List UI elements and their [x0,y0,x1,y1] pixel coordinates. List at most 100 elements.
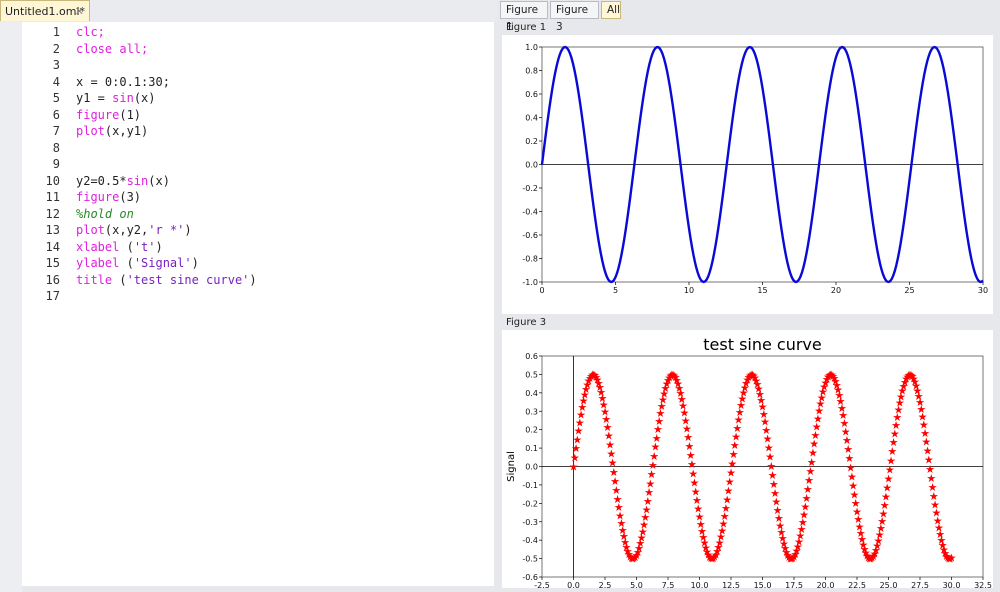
y-tick-label: 0.4 [525,389,538,398]
code-line[interactable]: 8 [22,140,492,157]
tab-all[interactable]: All [601,1,621,19]
y-tick-label: -1.0 [522,278,538,287]
code-line[interactable]: 10 y2=0.5*sin(x) [22,173,492,190]
x-tick-label: 20.0 [817,581,835,588]
line-number: 11 [45,190,60,204]
x-tick-label: 7.5 [662,581,675,588]
y-tick-label: -0.1 [522,481,538,490]
y-tick-label: 0.2 [525,137,538,146]
line-number: 16 [45,272,60,287]
close-icon[interactable]: ✕ [75,1,84,22]
x-tick-label: 12.5 [722,581,740,588]
line-number: 5 [52,91,60,105]
editor-tabbar: Untitled1.oml* ✕ [0,0,497,22]
x-tick-label: -2.5 [534,581,550,588]
x-tick-label: 10 [684,286,694,295]
code-text: ylabel ('Signal') [76,256,199,270]
y-tick-label: 0.3 [525,407,538,416]
x-tick-label: 30.0 [943,581,961,588]
x-tick-label: 2.5 [599,581,612,588]
y-tick-label: -0.4 [522,536,538,545]
code-text: x = 0:0.1:30; [76,74,170,89]
line-number: 3 [52,58,60,72]
figure3-panel[interactable]: -2.5 0.0 2.5 5.0 7.5 10.0 12.5 15.0 17.5 20.0 22.5… [502,330,993,590]
y-tick-label: 0.6 [525,352,538,361]
editor-tab-title: Untitled1.oml* [5,5,86,18]
line-number: 7 [52,124,60,138]
data-point: ★ [947,551,957,564]
tab-figure-1[interactable]: Figure 1 [500,1,548,33]
code-text: close all; [76,41,149,56]
code-text: figure(3) [76,190,142,204]
x-tick-label: 5 [613,286,618,295]
line-number: 17 [45,289,60,303]
x-tick-label: 27.5 [911,581,929,588]
y-tick-label: 0.2 [525,426,538,435]
x-tick-label: 15.0 [754,581,772,588]
line-number: 13 [45,223,60,237]
x-tick-label: 25 [904,286,914,295]
code-line[interactable]: 17 [22,288,492,305]
x-tick-label: 20 [831,286,841,295]
figure3-label: Figure 3 [506,317,547,328]
code-text: y2=0.5*sin(x) [76,173,170,188]
code-text: plot(x,y2,'r *') [76,223,192,237]
line-number: 14 [45,239,60,254]
y-tick-label: -0.3 [522,518,538,527]
figure1-panel[interactable]: 0 5 10 15 20 25 30 1.0 0.8 0.6 0.4 0.2 0.0 -0.2 -0.4 -0… [502,35,993,314]
code-line[interactable]: 13 plot(x,y2,'r *') [22,222,492,239]
y-tick-label: 0.1 [525,444,538,453]
code-text: y1 = sin(x) [76,91,156,105]
y-tick-label: -0.6 [522,231,538,240]
figure3-chart[interactable]: -2.5 0.0 2.5 5.0 7.5 10.0 12.5 15.0 17.5 20.0 22.5… [502,330,993,590]
code-text: figure(1) [76,107,142,122]
figure-tabbar: Figure 1 Figure 3 All [500,0,1000,33]
line-number: 9 [52,157,60,171]
code-text: xlabel ('t') [76,239,163,254]
code-line[interactable]: 14 xlabel ('t') [22,239,492,256]
code-line[interactable]: 15 ylabel ('Signal') [22,255,492,272]
line-number: 1 [52,25,60,39]
x-tick-label: 15 [757,286,767,295]
code-line[interactable]: 2 close all; [22,41,492,58]
y-tick-label: -0.5 [522,555,538,564]
x-tick-label: 5.0 [630,581,643,588]
figure1-chart[interactable]: 0 5 10 15 20 25 30 1.0 0.8 0.6 0.4 0.2 0.0 -0.2 -0.4 -0… [502,35,993,314]
code-text: title ('test sine curve') [76,272,257,287]
y-tick-label: 1.0 [525,43,538,52]
figure1-label: Figure 1 [506,22,547,33]
code-line[interactable]: 4 x = 0:0.1:30; [22,74,492,91]
x-tick-label: 32.5 [974,581,992,588]
code-line[interactable]: 6 figure(1) [22,107,492,124]
x-tick-label: 0.0 [567,581,580,588]
code-line[interactable]: 7 plot(x,y1) [22,123,492,140]
code-text: clc; [76,25,105,39]
editor-tab[interactable]: Untitled1.oml* ✕ [0,0,90,21]
y-tick-label: -0.8 [522,255,538,264]
line-number: 12 [45,206,60,221]
line-number: 10 [45,173,60,188]
code-editor[interactable]: 1 clc; 2 close all; 3 4 x = 0:0.1:30; 5 y1 = sin… [22,22,494,586]
y-tick-label: 0.5 [525,370,538,379]
y-tick-label: 0.0 [525,463,538,472]
code-line[interactable]: 12 %hold on [22,206,492,223]
code-line[interactable]: 9 [22,156,492,173]
line-number: 2 [52,41,60,56]
y-tick-label: -0.4 [522,208,538,217]
line-number: 15 [45,256,60,270]
y-tick-label: 0.6 [525,90,538,99]
x-tick-label: 17.5 [785,581,803,588]
line-number: 6 [52,107,60,122]
x-tick-label: 22.5 [848,581,866,588]
code-line[interactable]: 3 [22,57,492,74]
code-text: plot(x,y1) [76,124,149,138]
y-tick-label: -0.2 [522,499,538,508]
code-text: %hold on [76,206,134,221]
code-line[interactable]: 16 title ('test sine curve') [22,272,492,289]
tab-figure-3[interactable]: Figure 3 [550,1,599,33]
y-tick-label: -0.6 [522,573,538,582]
code-line[interactable]: 11 figure(3) [22,189,492,206]
y-tick-label: -0.2 [522,184,538,193]
code-line[interactable]: 1 clc; [22,24,492,41]
code-line[interactable]: 5 y1 = sin(x) [22,90,492,107]
